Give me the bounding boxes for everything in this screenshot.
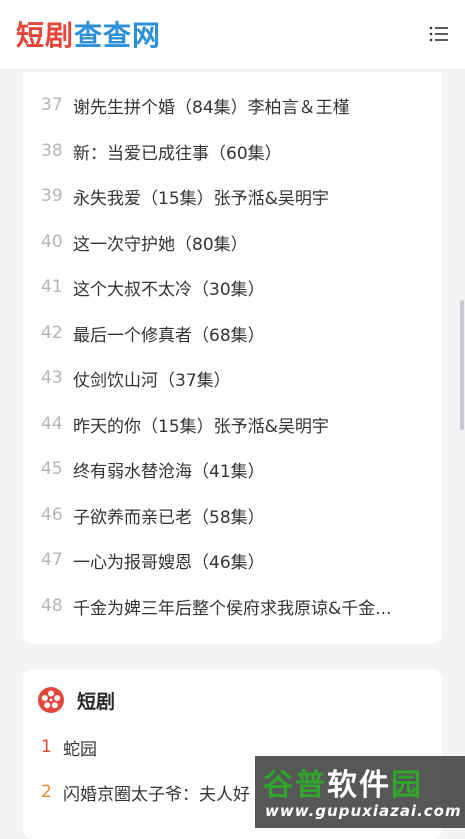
item-title[interactable]: 这一次守护她（80集）: [73, 230, 424, 255]
section-header: 短剧: [37, 683, 115, 717]
watermark-part-green: 谷普: [263, 768, 327, 803]
item-title[interactable]: 一心为报哥嫂恩（46集）: [73, 548, 424, 573]
list-item[interactable]: 37 谢先生拼个婚（84集）李柏言＆王槿: [23, 90, 442, 120]
list-item[interactable]: 40 这一次守护她（80集）: [23, 227, 442, 257]
site-header: 短剧查查网: [0, 0, 465, 70]
item-title[interactable]: 昨天的你（15集）张予湉&吴明宇: [73, 412, 424, 437]
item-title[interactable]: 永失我爱（15集）张予湉&吴明宇: [73, 184, 424, 209]
item-number: 47: [41, 550, 63, 570]
rank-number: 1: [41, 737, 52, 757]
list-item[interactable]: 38 新：当爱已成往事（60集）: [23, 136, 442, 166]
item-number: 37: [41, 95, 63, 115]
film-reel-icon: [38, 687, 64, 713]
item-title[interactable]: 最后一个修真者（68集）: [73, 321, 424, 346]
site-logo[interactable]: 短剧查查网: [16, 16, 161, 56]
list-item[interactable]: 39 永失我爱（15集）张予湉&吴明宇: [23, 181, 442, 211]
item-title[interactable]: 新：当爱已成往事（60集）: [73, 139, 424, 164]
item-title[interactable]: 仗剑饮山河（37集）: [73, 366, 424, 391]
item-number: 46: [41, 505, 63, 525]
item-number: 48: [41, 596, 63, 616]
ranking-title[interactable]: 闪婚京圈太子爷：夫人好: [63, 780, 250, 805]
logo-text-red: 短剧: [16, 19, 75, 52]
page-scrollbar[interactable]: [460, 300, 464, 430]
list-item[interactable]: 48 千金为婢三年后整个侯府求我原谅&千金...: [23, 591, 442, 621]
list-item[interactable]: 42 最后一个修真者（68集）: [23, 318, 442, 348]
item-number: 38: [41, 141, 63, 161]
watermark-part-green2: 园: [391, 768, 423, 803]
list-item[interactable]: 45 终有弱水替沧海（41集）: [23, 454, 442, 484]
rank-number: 2: [41, 782, 52, 802]
item-number: 45: [41, 459, 63, 479]
site-watermark: 谷普软件园 www.gupuxiazai.com: [255, 756, 465, 828]
ranking-title[interactable]: 蛇园: [63, 735, 97, 760]
item-number: 40: [41, 232, 63, 252]
item-title[interactable]: 子欲养而亲已老（58集）: [73, 503, 424, 528]
item-title[interactable]: 这个大叔不太冷（30集）: [73, 275, 424, 300]
item-number: 42: [41, 323, 63, 343]
list-item[interactable]: 47 一心为报哥嫂恩（46集）: [23, 545, 442, 575]
item-number: 43: [41, 368, 63, 388]
list-item[interactable]: 44 昨天的你（15集）张予湉&吴明宇: [23, 409, 442, 439]
item-title[interactable]: 谢先生拼个婚（84集）李柏言＆王槿: [73, 93, 424, 118]
list-item[interactable]: 41 这个大叔不太冷（30集）: [23, 272, 442, 302]
item-number: 41: [41, 277, 63, 297]
section-title: 短剧: [77, 690, 116, 713]
item-number: 44: [41, 414, 63, 434]
hamburger-menu-icon[interactable]: [427, 22, 451, 46]
drama-list-card: 37 谢先生拼个婚（84集）李柏言＆王槿 38 新：当爱已成往事（60集） 39 永失…: [23, 72, 442, 644]
logo-text-blue: 查查网: [74, 19, 162, 52]
watermark-part-white: 软件: [327, 768, 391, 803]
watermark-url: www.gupuxiazai.com: [265, 802, 462, 820]
list-item[interactable]: 43 仗剑饮山河（37集）: [23, 363, 442, 393]
item-title[interactable]: 千金为婢三年后整个侯府求我原谅&千金...: [73, 594, 424, 619]
item-title[interactable]: 终有弱水替沧海（41集）: [73, 457, 424, 482]
item-number: 39: [41, 186, 63, 206]
watermark-title: 谷普软件园: [263, 760, 423, 804]
list-item[interactable]: 46 子欲养而亲已老（58集）: [23, 500, 442, 530]
